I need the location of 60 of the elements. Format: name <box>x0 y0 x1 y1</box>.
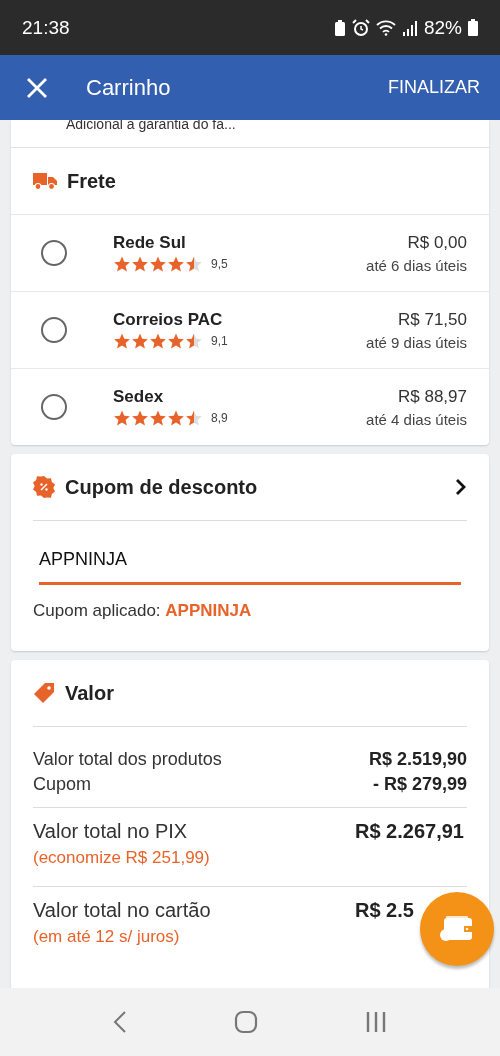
shipping-price: R$ 71,50 <box>397 309 467 330</box>
coupon-input-field[interactable]: APPNINJA <box>39 543 461 585</box>
total-label: Valor total no PIX <box>33 820 189 843</box>
rating-score: 9,1 <box>211 334 228 348</box>
star-icon <box>149 255 167 273</box>
star-icon <box>113 332 131 350</box>
price-tag-icon <box>33 682 55 704</box>
finish-button[interactable]: FINALIZAR <box>384 73 484 102</box>
star-icon <box>185 332 203 350</box>
delivery-time: até 6 dias úteis <box>366 256 467 274</box>
delivery-time: até 9 dias úteis <box>366 333 467 351</box>
total-label: Valor total no cartão <box>33 899 211 922</box>
radio-button[interactable] <box>41 317 67 343</box>
rating-score: 9,5 <box>211 257 228 271</box>
delivery-time: até 4 dias úteis <box>366 410 467 428</box>
signal-icon <box>401 19 418 36</box>
star-icon <box>113 255 131 273</box>
radio-button[interactable] <box>41 240 67 266</box>
shipping-price: R$ 0,00 <box>406 232 467 253</box>
carrier-name: Rede Sul <box>113 233 187 253</box>
star-icon <box>149 332 167 350</box>
chevron-right-icon[interactable] <box>455 478 467 496</box>
star-icon <box>185 409 203 427</box>
radio-button[interactable] <box>41 394 67 420</box>
wifi-icon <box>375 19 396 36</box>
total-note: (economize R$ 251,99) <box>33 848 210 868</box>
battery-saver-icon <box>333 19 346 36</box>
star-icon <box>149 409 167 427</box>
total-note: (em até 12 s/ juros) <box>33 927 181 947</box>
star-icon <box>131 332 149 350</box>
total-value: R$ 2.267,91 <box>355 820 464 842</box>
alarm-icon <box>351 18 370 37</box>
star-icon <box>167 332 185 350</box>
section-title: Valor <box>65 681 115 705</box>
carrier-name: Correios PAC <box>113 310 224 330</box>
star-icon <box>131 409 149 427</box>
summary-value: R$ 2.519,90 <box>368 749 467 770</box>
star-icon <box>113 409 131 427</box>
summary-label: Cupom <box>33 774 92 795</box>
carrier-name: Sedex <box>113 387 165 407</box>
battery-percentage: 82% <box>423 16 462 39</box>
summary-label: Valor total dos produtos <box>33 749 222 770</box>
total-value: R$ 2.5 <box>355 899 414 921</box>
coupon-applied-text: Cupom aplicado: APPNINJA <box>32 600 253 622</box>
rating-score: 8,9 <box>211 411 228 425</box>
discount-badge-icon <box>33 476 55 498</box>
wallet-icon <box>440 915 474 943</box>
shipping-price: R$ 88,97 <box>397 386 467 407</box>
summary-value: - R$ 279,99 <box>372 774 467 795</box>
star-icon <box>131 255 149 273</box>
truck-icon <box>33 172 57 190</box>
star-icon <box>167 409 185 427</box>
screen-title: Carrinho <box>86 74 172 101</box>
battery-icon <box>468 19 478 36</box>
close-button[interactable] <box>26 76 48 99</box>
section-title: Frete <box>67 169 117 193</box>
star-icon <box>185 255 203 273</box>
star-icon <box>167 255 185 273</box>
status-time: 21:38 <box>22 16 70 39</box>
section-title: Cupom de desconto <box>65 475 259 499</box>
